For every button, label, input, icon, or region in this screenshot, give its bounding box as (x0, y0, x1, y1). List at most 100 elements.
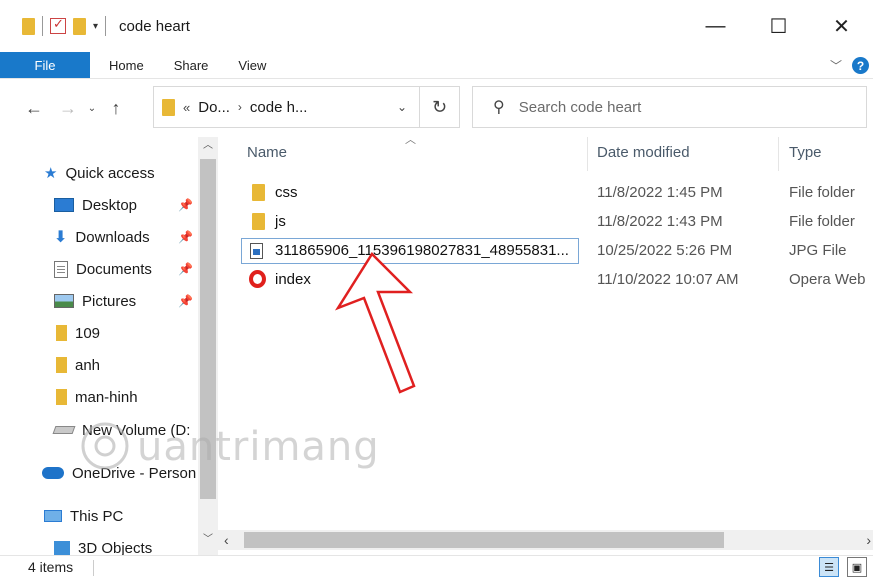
sidebar-item-anh[interactable]: anh (56, 351, 100, 379)
sidebar-item-label: 109 (75, 324, 101, 342)
sidebar-item-downloads[interactable]: ⬇ Downloads (54, 223, 150, 251)
watermark: uantrimang (75, 418, 455, 487)
sidebar-item-pictures[interactable]: Pictures (54, 287, 136, 315)
properties-icon[interactable] (50, 16, 66, 34)
maximize-button[interactable]: ☐ (747, 0, 810, 52)
breadcrumb-overflow[interactable]: « (183, 100, 190, 115)
scrollbar-thumb[interactable] (244, 532, 724, 548)
scroll-up-icon[interactable]: ︿ (198, 137, 218, 155)
new-folder-icon[interactable] (73, 17, 86, 35)
search-placeholder: Search code heart (518, 98, 642, 116)
chevron-right-icon[interactable]: › (238, 100, 242, 114)
sidebar-item-quick-access[interactable]: ★ Quick access (44, 159, 155, 187)
up-arrow-icon[interactable]: ↑ (102, 98, 130, 119)
drive-icon (52, 426, 76, 434)
help-icon[interactable]: ? (852, 57, 869, 74)
sidebar-item-documents[interactable]: Documents (54, 255, 152, 283)
tab-share[interactable]: Share (159, 52, 224, 78)
opera-icon (249, 270, 266, 288)
navigation-scrollbar[interactable]: ︿ ﹀ (198, 137, 218, 555)
address-actions: ⌄ ↻ (385, 87, 459, 127)
table-row[interactable]: css 11/8/2022 1:45 PM File folder (218, 179, 873, 207)
file-type: Opera Web (789, 271, 866, 288)
search-box[interactable]: ⚲ Search code heart (472, 86, 867, 128)
column-divider[interactable] (587, 137, 588, 171)
details-view-icon[interactable]: ☰ (819, 557, 839, 577)
large-icons-view-icon[interactable]: ▣ (847, 557, 867, 577)
customize-toolbar-icon[interactable]: ▾ (93, 21, 98, 32)
back-arrow-icon[interactable]: ← (20, 98, 48, 119)
ribbon-tabs: File Home Share View ﹀ ? (0, 52, 873, 79)
sidebar-item-label: Desktop (82, 196, 138, 214)
sidebar-item-man-hinh[interactable]: man-hinh (56, 383, 138, 411)
window-controls: — ☐ ✕ (684, 0, 873, 52)
file-date: 11/8/2022 1:45 PM (597, 184, 723, 201)
address-bar[interactable]: « Do... › code h... ⌄ ↻ (153, 86, 460, 128)
column-header-date[interactable]: Date modified (597, 144, 690, 161)
table-row[interactable]: js 11/8/2022 1:43 PM File folder (218, 208, 873, 236)
column-header-name[interactable]: Name (247, 144, 287, 161)
navigation-bar: ← → ⌄ ↑ « Do... › code h... ⌄ ↻ ⚲ Search… (0, 79, 873, 137)
pin-icon[interactable]: 📌 (178, 230, 193, 244)
title-bar: ▾ code heart — ☐ ✕ (0, 0, 873, 52)
sidebar-item-desktop[interactable]: Desktop (54, 191, 198, 219)
window-title: code heart (119, 17, 190, 35)
folder-icon (252, 184, 265, 201)
folder-icon[interactable] (22, 17, 35, 35)
documents-icon (54, 260, 68, 278)
scroll-left-icon[interactable]: ‹ (224, 530, 229, 550)
sidebar-item-109[interactable]: 109 (56, 319, 100, 347)
table-row[interactable]: index 11/10/2022 10:07 AM Opera Web (218, 266, 873, 294)
refresh-icon[interactable]: ↻ (419, 87, 459, 127)
scroll-right-icon[interactable]: › (866, 530, 871, 550)
scroll-down-icon[interactable]: ﹀ (198, 531, 218, 549)
column-headers: ︿ Name Date modified Type (218, 134, 873, 171)
sidebar-item-label: Pictures (82, 292, 137, 310)
pictures-icon (54, 294, 74, 308)
column-header-type[interactable]: Type (789, 144, 822, 161)
file-date: 10/25/2022 5:26 PM (597, 242, 733, 259)
onedrive-icon (42, 467, 64, 479)
sidebar-item-label: 3D Objects (78, 539, 153, 556)
file-name: index (275, 271, 311, 288)
expand-ribbon-icon[interactable]: ﹀ (830, 57, 842, 74)
close-button[interactable]: ✕ (810, 0, 873, 52)
folder-icon (252, 213, 265, 230)
tab-home[interactable]: Home (94, 52, 159, 78)
svg-text:uantrimang: uantrimang (137, 424, 380, 470)
folder-icon (56, 325, 67, 341)
folder-icon (56, 357, 67, 373)
pin-icon[interactable]: 📌 (178, 262, 193, 276)
3d-objects-icon (54, 541, 70, 555)
breadcrumb-code-heart[interactable]: code h... (250, 99, 308, 116)
file-name: css (275, 184, 298, 201)
sidebar-item-label: Downloads (75, 228, 150, 246)
sidebar-item-this-pc[interactable]: This PC (44, 502, 123, 530)
this-pc-icon (44, 510, 62, 522)
minimize-button[interactable]: — (684, 0, 747, 52)
file-type: File folder (789, 213, 855, 230)
horizontal-scrollbar[interactable]: ‹ › (218, 530, 873, 550)
sidebar-item-label: Quick access (65, 164, 155, 182)
pin-icon[interactable]: 📌 (178, 294, 193, 308)
tab-file[interactable]: File (0, 52, 90, 78)
pin-icon[interactable]: 📌 (178, 198, 193, 212)
column-divider[interactable] (778, 137, 779, 171)
downloads-icon: ⬇ (54, 229, 68, 246)
sidebar-item-3d-objects[interactable]: 3D Objects (54, 534, 152, 555)
chevron-down-icon[interactable]: ⌄ (385, 100, 419, 114)
jpg-file-icon (250, 243, 263, 259)
forward-arrow-icon[interactable]: → (54, 98, 82, 119)
sidebar-item-label: Documents (76, 260, 152, 278)
tab-view[interactable]: View (223, 52, 281, 78)
star-icon: ★ (44, 165, 58, 182)
sort-ascending-icon: ︿ (405, 134, 416, 146)
recent-locations-icon[interactable]: ⌄ (82, 103, 102, 114)
navigation-pane: ★ Quick access Desktop 📌 ⬇ Downloads 📌 D… (0, 137, 198, 555)
breadcrumb-documents[interactable]: Do... (198, 99, 230, 116)
table-row[interactable]: 311865906_115396198027831_48955831... 10… (218, 237, 873, 265)
annotation-arrow-icon (334, 252, 416, 394)
divider (42, 16, 43, 36)
sidebar-item-label: man-hinh (75, 388, 138, 406)
ribbon-right: ﹀ ? (830, 52, 873, 79)
